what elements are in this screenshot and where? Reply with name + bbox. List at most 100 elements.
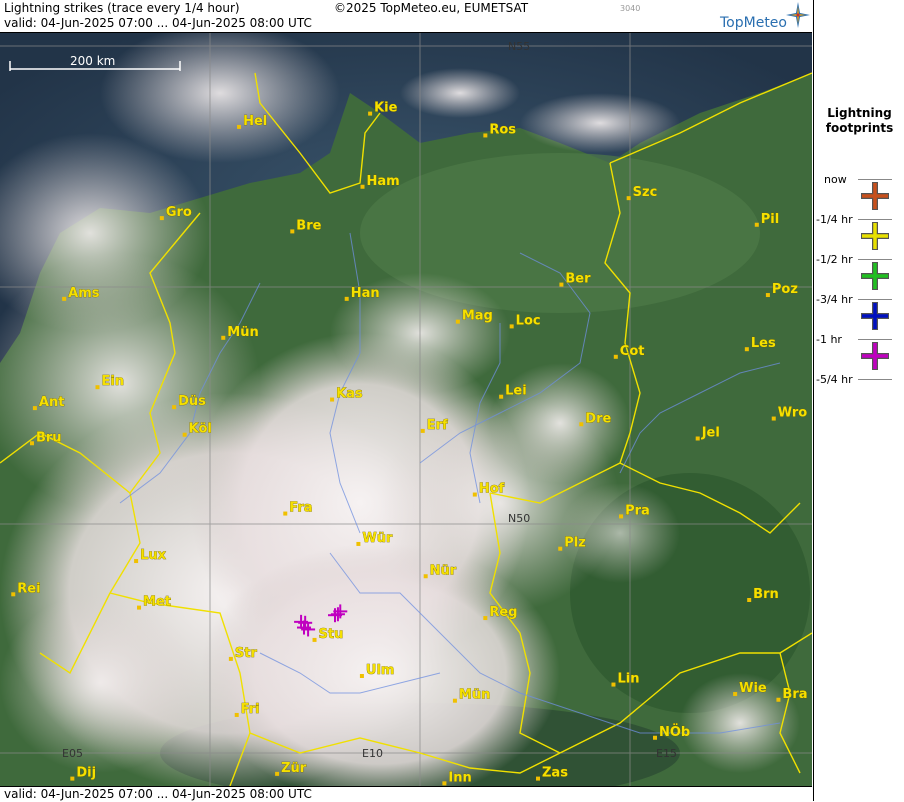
city-label: Dij <box>76 766 96 781</box>
city-label: Erf <box>427 418 448 433</box>
city-dot <box>771 416 776 421</box>
city-dot <box>754 222 759 227</box>
city-label: Ams <box>68 286 100 301</box>
city-label: Kas <box>336 387 363 402</box>
city-label: Wie <box>739 681 767 696</box>
city-dot <box>455 319 460 324</box>
city-label: Lei <box>505 384 527 399</box>
city-label: Lin <box>617 672 639 687</box>
city-label: Plz <box>564 536 586 551</box>
legend-cross-icon <box>861 182 889 210</box>
city-label: Bru <box>36 430 62 445</box>
grid-label-n55: N55 <box>508 40 530 53</box>
city-dot <box>32 406 37 411</box>
city-dot <box>290 229 295 234</box>
city-label: Kie <box>374 101 398 116</box>
city-dot <box>472 492 477 497</box>
product-code: 3040 <box>620 4 641 13</box>
city-dot <box>509 324 514 329</box>
legend-item-label: -3/4 hr <box>816 293 853 306</box>
city-dot <box>653 735 657 740</box>
city-dot <box>221 335 226 340</box>
city-label: Ulm <box>366 663 395 678</box>
city-dot <box>747 598 752 602</box>
city-dot <box>499 394 504 399</box>
city-label: Han <box>351 286 380 301</box>
city-dot <box>228 656 233 661</box>
city-dot <box>558 546 563 551</box>
city-label: Met <box>143 595 171 610</box>
city-dot <box>619 514 624 519</box>
city-label: Reg <box>489 605 517 620</box>
city-dot <box>368 111 373 116</box>
city-label: Pil <box>761 212 779 227</box>
city-dot <box>442 781 447 786</box>
satellite-map[interactable]: 200 km N55 N50 E05 E10 E15 Kie Hel Ros Ham S… <box>0 33 812 786</box>
map-title: Lightning strikes (trace every 1/4 hour) <box>4 1 240 15</box>
legend-cross-icon <box>861 342 889 370</box>
legend-item-label: -1/4 hr <box>816 213 853 226</box>
legend-cross-icon <box>861 262 889 290</box>
city-dot <box>776 697 781 702</box>
city-dot <box>237 124 242 129</box>
legend-tick <box>858 379 892 380</box>
city-dot <box>234 712 239 717</box>
city-dot <box>312 637 317 642</box>
legend-item-label: now <box>824 173 847 186</box>
legend-item-label: -1 hr <box>816 333 842 346</box>
city-label: Hel <box>243 114 267 129</box>
header-bar: Lightning strikes (trace every 1/4 hour)… <box>0 0 812 33</box>
valid-time-top: valid: 04-Jun-2025 07:00 ... 04-Jun-2025… <box>4 16 312 30</box>
city-label: Mag <box>462 309 493 324</box>
city-dot <box>29 441 34 446</box>
city-label: Fra <box>289 501 312 516</box>
city-label: Fri <box>241 702 260 717</box>
city-label: Rei <box>17 581 40 596</box>
city-label: Bra <box>782 687 807 702</box>
city-label: Düs <box>178 394 206 409</box>
city-dot <box>11 592 16 597</box>
city-label: Nür <box>430 563 457 578</box>
city-label: Bre <box>296 218 321 233</box>
legend-item-label: -5/4 hr <box>816 373 853 386</box>
city-dot <box>356 541 361 546</box>
city-label: Cot <box>620 344 645 359</box>
city-label: Loc <box>516 313 541 328</box>
city-label: Zür <box>281 761 307 776</box>
city-dot <box>137 605 142 610</box>
city-label: Ein <box>101 374 124 389</box>
copyright: ©2025 TopMeteo.eu, EUMETSAT <box>334 1 529 15</box>
topmeteo-logo[interactable]: TopMeteo <box>720 15 787 31</box>
city-dot <box>62 296 67 301</box>
city-label: NÖb <box>659 724 690 740</box>
city-dot <box>344 296 349 301</box>
city-dot <box>359 674 364 678</box>
city-dot <box>613 354 618 359</box>
city-label: Stu <box>319 627 344 642</box>
city-label: Zas <box>542 766 568 781</box>
city-dot <box>765 293 770 298</box>
grid-label-e05: E05 <box>62 747 83 760</box>
city-dot <box>452 698 457 703</box>
city-dot <box>360 184 365 189</box>
city-dot <box>483 133 488 138</box>
grid-label-e15: E15 <box>656 747 677 760</box>
city-dot <box>275 771 280 776</box>
city-dot <box>483 616 488 621</box>
legend-title-line1: Lightning <box>827 106 892 120</box>
city-label: Köl <box>189 422 212 437</box>
legend-title: Lightning footprints <box>814 106 904 136</box>
city-label: Mün <box>227 325 258 340</box>
valid-time-bottom: valid: 04-Jun-2025 07:00 ... 04-Jun-2025… <box>4 787 312 801</box>
city-label: Hof <box>479 482 505 497</box>
grid-label-n50: N50 <box>508 512 530 525</box>
legend-title-line2: footprints <box>825 121 894 135</box>
city-dot <box>420 428 425 433</box>
city-dot <box>423 574 428 579</box>
city-label: Pra <box>625 503 650 518</box>
city-label: Ant <box>39 395 65 410</box>
map-canvas: 200 km N55 N50 E05 E10 E15 Kie Hel Ros Ham S… <box>0 33 812 786</box>
city-label: Wro <box>778 406 808 421</box>
city-label: Lux <box>140 548 167 563</box>
city-dot <box>733 692 738 697</box>
